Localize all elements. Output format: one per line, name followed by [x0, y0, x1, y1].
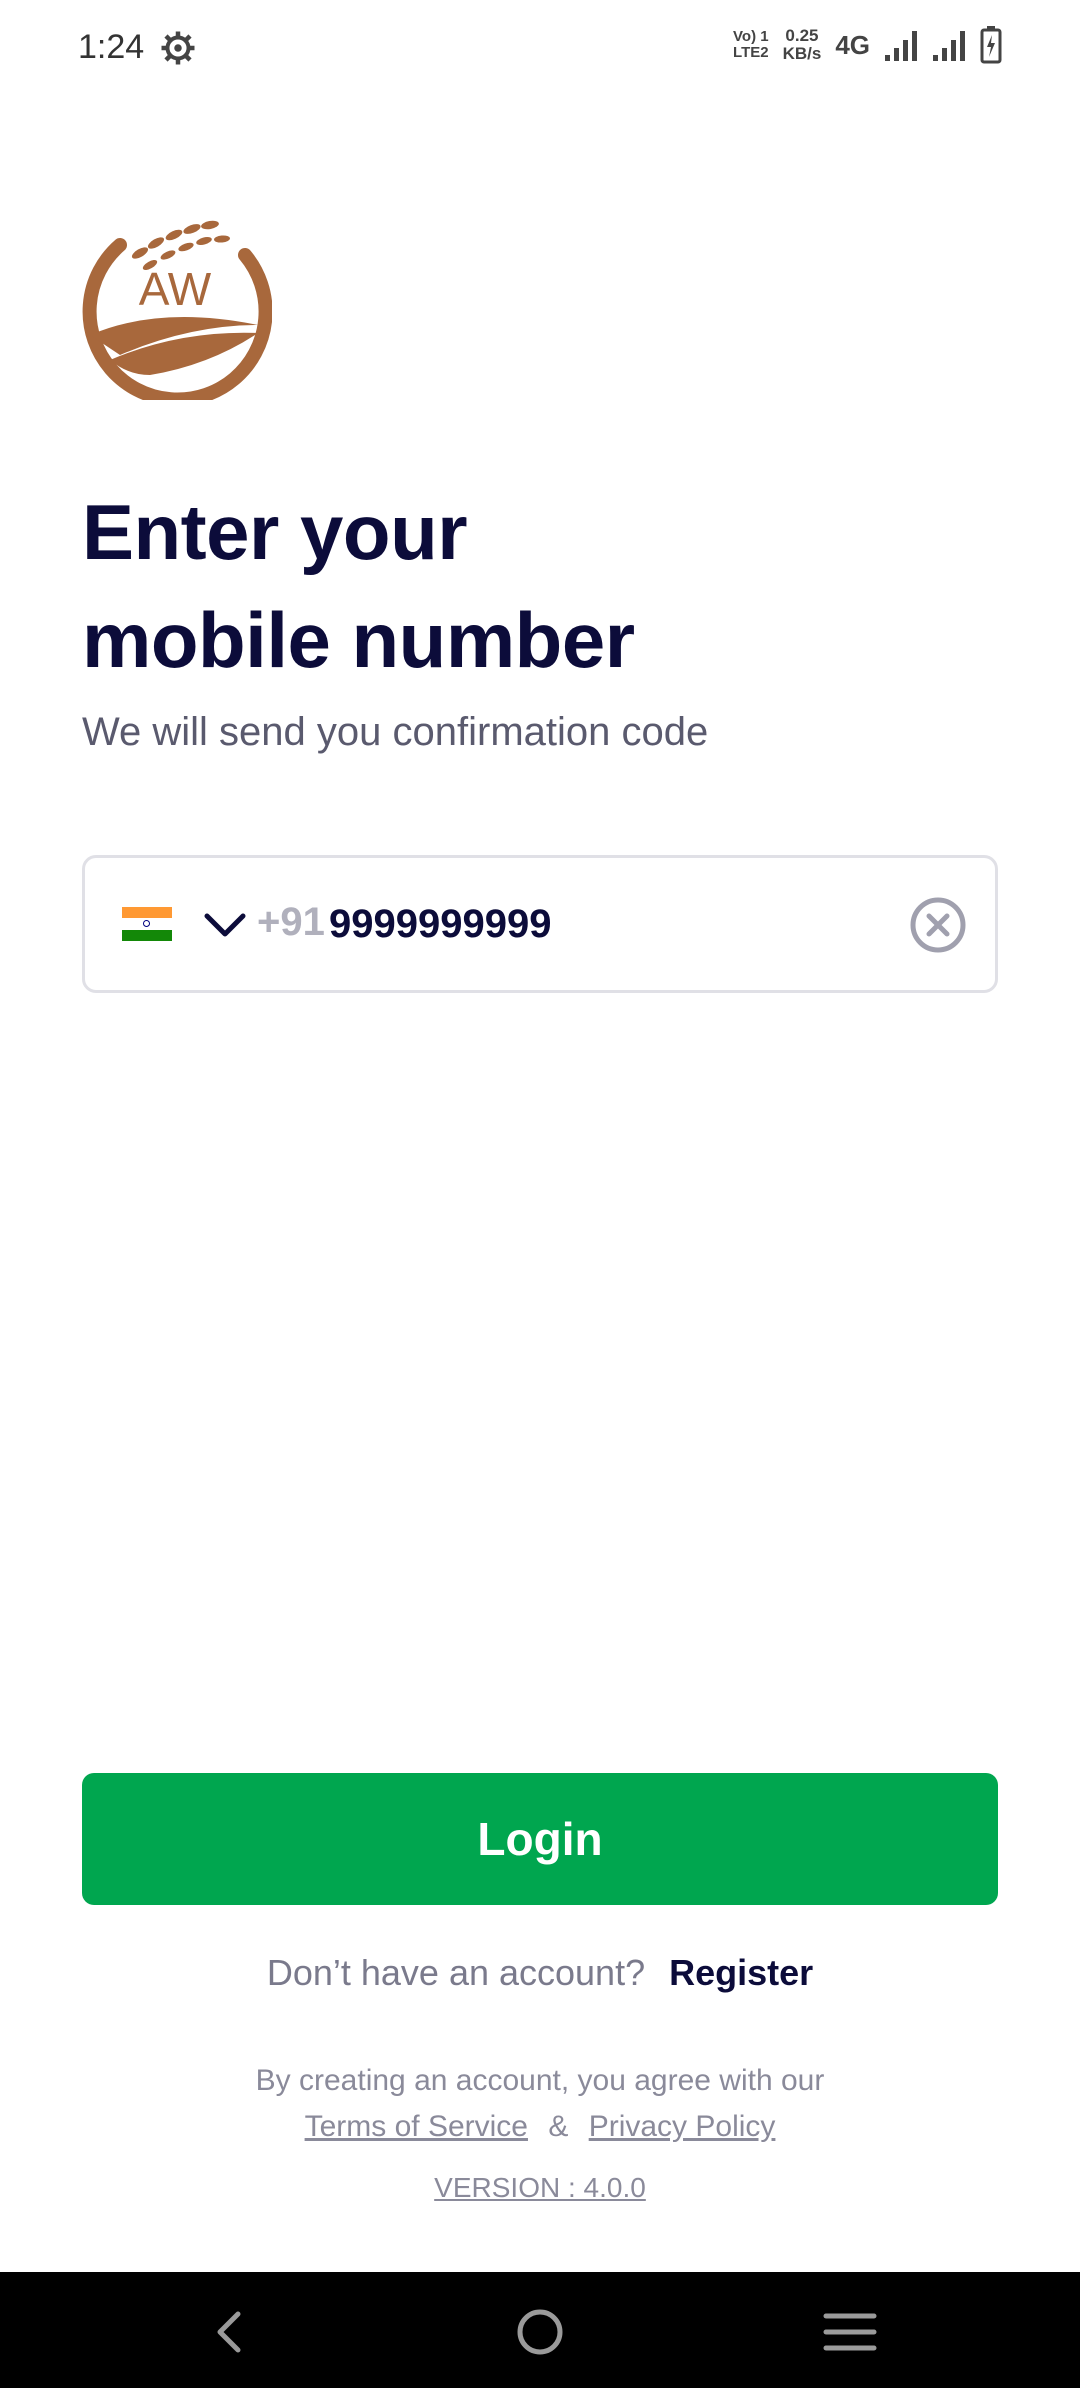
speed-value: 0.25: [785, 26, 819, 45]
lte-bottom: LTE2: [733, 44, 769, 61]
register-prompt: Don’t have an account? Register: [0, 1952, 1080, 1994]
network-speed: 0.25 KB/s: [783, 27, 822, 63]
page-subtitle: We will send you confirmation code: [82, 710, 709, 754]
privacy-link[interactable]: Privacy Policy: [589, 2110, 776, 2143]
ampersand: &: [548, 2110, 569, 2143]
country-code: +91: [257, 900, 325, 944]
title-line-1: Enter your: [82, 488, 468, 576]
agreement-text: By creating an account, you agree with o…: [255, 2064, 825, 2097]
status-time: 1:24: [78, 28, 145, 66]
battery-icon: [980, 26, 1002, 64]
page-title: Enter your mobile number: [82, 478, 982, 694]
title-line-2: mobile number: [82, 596, 635, 684]
signal-icon: [885, 31, 917, 61]
speed-unit: KB/s: [782, 44, 822, 63]
legal-links: Terms of Service & Privacy Policy: [0, 2110, 1080, 2144]
register-link[interactable]: Register: [669, 1952, 813, 1993]
terms-link[interactable]: Terms of Service: [305, 2110, 528, 2143]
chevron-down-icon[interactable]: [203, 910, 247, 940]
logo-text: AW: [139, 263, 212, 315]
system-nav-bar: [0, 2272, 1080, 2388]
india-flag-icon[interactable]: [122, 907, 172, 941]
app-logo: AW: [82, 220, 272, 400]
clear-icon[interactable]: [909, 896, 967, 954]
status-bar: 1:24 Vo) 1 LTE2 0.25 KB/s 4G: [0, 0, 1080, 100]
version-label: VERSION : 4.0.0: [434, 2172, 646, 2203]
gear-icon: [161, 31, 195, 65]
phone-number-field[interactable]: +91: [82, 855, 998, 993]
signal-icon: [933, 31, 965, 61]
network-type: 4G: [835, 29, 870, 60]
lte-top: Vo) 1: [733, 28, 769, 45]
home-icon[interactable]: [510, 2302, 570, 2362]
phone-input[interactable]: [329, 894, 879, 954]
back-icon[interactable]: [200, 2302, 260, 2362]
status-icons: Vo) 1 LTE2 0.25 KB/s 4G: [733, 26, 1002, 64]
login-button[interactable]: Login: [82, 1773, 998, 1905]
register-question: Don’t have an account?: [266, 1952, 646, 1993]
menu-icon[interactable]: [820, 2302, 880, 2362]
lte-indicator: Vo) 1 LTE2: [733, 29, 769, 61]
